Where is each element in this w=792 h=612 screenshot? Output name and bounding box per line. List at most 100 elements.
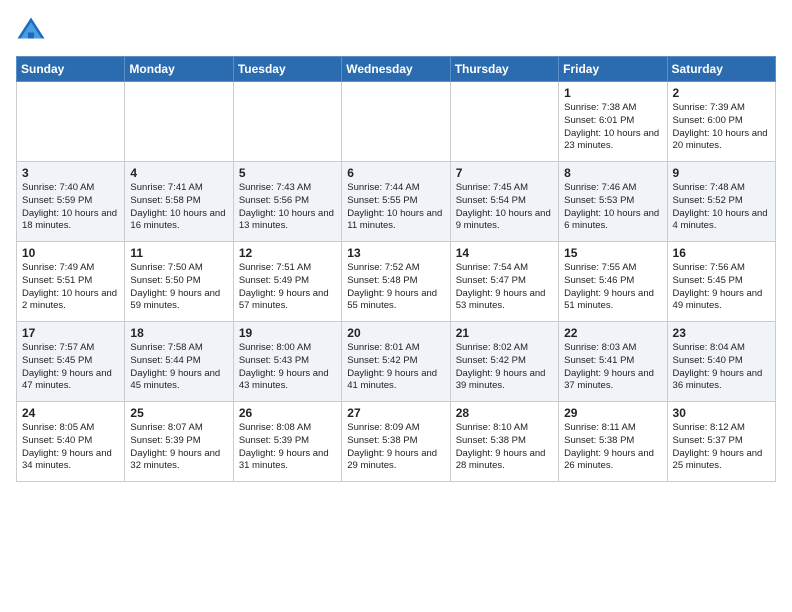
calendar-cell: 9Sunrise: 7:48 AM Sunset: 5:52 PM Daylig… bbox=[667, 162, 775, 242]
cell-info: Sunrise: 7:56 AM Sunset: 5:45 PM Dayligh… bbox=[673, 262, 770, 313]
calendar-cell: 1Sunrise: 7:38 AM Sunset: 6:01 PM Daylig… bbox=[559, 82, 667, 162]
calendar-cell: 25Sunrise: 8:07 AM Sunset: 5:39 PM Dayli… bbox=[125, 402, 233, 482]
calendar-body: 1Sunrise: 7:38 AM Sunset: 6:01 PM Daylig… bbox=[17, 82, 776, 482]
day-number: 14 bbox=[456, 246, 553, 260]
cell-info: Sunrise: 7:43 AM Sunset: 5:56 PM Dayligh… bbox=[239, 182, 336, 233]
cell-info: Sunrise: 8:07 AM Sunset: 5:39 PM Dayligh… bbox=[130, 422, 227, 473]
cell-info: Sunrise: 8:12 AM Sunset: 5:37 PM Dayligh… bbox=[673, 422, 770, 473]
calendar-cell: 24 Sunrise: 8:05 AM Sunset: 5:40 PM Dayli… bbox=[17, 402, 125, 482]
day-number: 18 bbox=[130, 326, 227, 340]
calendar-cell: 15Sunrise: 7:55 AM Sunset: 5:46 PM Dayli… bbox=[559, 242, 667, 322]
calendar-week-5: 24 Sunrise: 8:05 AM Sunset: 5:40 PM Dayli… bbox=[17, 402, 776, 482]
calendar-cell: 18 Sunrise: 7:58 AM Sunset: 5:44 PM Dayli… bbox=[125, 322, 233, 402]
header-row: SundayMondayTuesdayWednesdayThursdayFrid… bbox=[17, 57, 776, 82]
calendar-cell: 22 Sunrise: 8:03 AM Sunset: 5:41 PM Dayli… bbox=[559, 322, 667, 402]
cell-info: Sunrise: 8:00 AM Sunset: 5:43 PM Dayligh… bbox=[239, 342, 336, 393]
cell-info: Sunrise: 8:02 AM Sunset: 5:42 PM Dayligh… bbox=[456, 342, 553, 393]
cell-info: Sunrise: 8:05 AM Sunset: 5:40 PM Dayligh… bbox=[22, 422, 119, 473]
logo bbox=[16, 16, 52, 46]
day-number: 26 bbox=[239, 406, 336, 420]
calendar-cell: 26 Sunrise: 8:08 AM Sunset: 5:39 PM Dayli… bbox=[233, 402, 341, 482]
cell-info: Sunrise: 7:44 AM Sunset: 5:55 PM Dayligh… bbox=[347, 182, 444, 233]
day-number: 10 bbox=[22, 246, 119, 260]
day-number: 8 bbox=[564, 166, 661, 180]
day-number: 19 bbox=[239, 326, 336, 340]
calendar-week-4: 17 Sunrise: 7:57 AM Sunset: 5:45 PM Dayli… bbox=[17, 322, 776, 402]
cell-info: Sunrise: 7:52 AM Sunset: 5:48 PM Dayligh… bbox=[347, 262, 444, 313]
calendar-cell bbox=[233, 82, 341, 162]
day-number: 22 bbox=[564, 326, 661, 340]
day-header-tuesday: Tuesday bbox=[233, 57, 341, 82]
calendar-cell: 23 Sunrise: 8:04 AM Sunset: 5:40 PM Dayli… bbox=[667, 322, 775, 402]
calendar-cell: 8 Sunrise: 7:46 AM Sunset: 5:53 PM Daylig… bbox=[559, 162, 667, 242]
calendar-cell: 10 Sunrise: 7:49 AM Sunset: 5:51 PM Dayli… bbox=[17, 242, 125, 322]
cell-info: Sunrise: 7:41 AM Sunset: 5:58 PM Dayligh… bbox=[130, 182, 227, 233]
logo-icon bbox=[16, 16, 46, 46]
day-number: 20 bbox=[347, 326, 444, 340]
calendar-cell: 7 Sunrise: 7:45 AM Sunset: 5:54 PM Daylig… bbox=[450, 162, 558, 242]
cell-info: Sunrise: 7:58 AM Sunset: 5:44 PM Dayligh… bbox=[130, 342, 227, 393]
cell-info: Sunrise: 7:45 AM Sunset: 5:54 PM Dayligh… bbox=[456, 182, 553, 233]
cell-info: Sunrise: 8:01 AM Sunset: 5:42 PM Dayligh… bbox=[347, 342, 444, 393]
calendar-cell: 28 Sunrise: 8:10 AM Sunset: 5:38 PM Dayli… bbox=[450, 402, 558, 482]
calendar-cell: 4 Sunrise: 7:41 AM Sunset: 5:58 PM Daylig… bbox=[125, 162, 233, 242]
day-header-wednesday: Wednesday bbox=[342, 57, 450, 82]
calendar-cell bbox=[125, 82, 233, 162]
calendar-cell: 2Sunrise: 7:39 AM Sunset: 6:00 PM Daylig… bbox=[667, 82, 775, 162]
cell-info: Sunrise: 7:39 AM Sunset: 6:00 PM Dayligh… bbox=[673, 102, 770, 153]
day-number: 6 bbox=[347, 166, 444, 180]
day-number: 28 bbox=[456, 406, 553, 420]
day-number: 13 bbox=[347, 246, 444, 260]
day-number: 23 bbox=[673, 326, 770, 340]
calendar-cell: 27Sunrise: 8:09 AM Sunset: 5:38 PM Dayli… bbox=[342, 402, 450, 482]
calendar-week-1: 1Sunrise: 7:38 AM Sunset: 6:01 PM Daylig… bbox=[17, 82, 776, 162]
cell-info: Sunrise: 7:46 AM Sunset: 5:53 PM Dayligh… bbox=[564, 182, 661, 233]
calendar-cell: 6 Sunrise: 7:44 AM Sunset: 5:55 PM Daylig… bbox=[342, 162, 450, 242]
day-header-monday: Monday bbox=[125, 57, 233, 82]
day-number: 3 bbox=[22, 166, 119, 180]
calendar-cell bbox=[17, 82, 125, 162]
calendar-cell: 21Sunrise: 8:02 AM Sunset: 5:42 PM Dayli… bbox=[450, 322, 558, 402]
cell-info: Sunrise: 7:51 AM Sunset: 5:49 PM Dayligh… bbox=[239, 262, 336, 313]
calendar-header: SundayMondayTuesdayWednesdayThursdayFrid… bbox=[17, 57, 776, 82]
cell-info: Sunrise: 7:38 AM Sunset: 6:01 PM Dayligh… bbox=[564, 102, 661, 153]
day-header-thursday: Thursday bbox=[450, 57, 558, 82]
calendar-week-2: 3 Sunrise: 7:40 AM Sunset: 5:59 PM Daylig… bbox=[17, 162, 776, 242]
day-number: 30 bbox=[673, 406, 770, 420]
calendar-cell: 30 Sunrise: 8:12 AM Sunset: 5:37 PM Dayli… bbox=[667, 402, 775, 482]
calendar-cell: 13 Sunrise: 7:52 AM Sunset: 5:48 PM Dayli… bbox=[342, 242, 450, 322]
calendar-week-3: 10 Sunrise: 7:49 AM Sunset: 5:51 PM Dayli… bbox=[17, 242, 776, 322]
calendar-table: SundayMondayTuesdayWednesdayThursdayFrid… bbox=[16, 56, 776, 482]
calendar-cell bbox=[450, 82, 558, 162]
cell-info: Sunrise: 7:55 AM Sunset: 5:46 PM Dayligh… bbox=[564, 262, 661, 313]
cell-info: Sunrise: 8:03 AM Sunset: 5:41 PM Dayligh… bbox=[564, 342, 661, 393]
cell-info: Sunrise: 7:40 AM Sunset: 5:59 PM Dayligh… bbox=[22, 182, 119, 233]
cell-info: Sunrise: 7:57 AM Sunset: 5:45 PM Dayligh… bbox=[22, 342, 119, 393]
cell-info: Sunrise: 8:08 AM Sunset: 5:39 PM Dayligh… bbox=[239, 422, 336, 473]
day-header-sunday: Sunday bbox=[17, 57, 125, 82]
cell-info: Sunrise: 7:50 AM Sunset: 5:50 PM Dayligh… bbox=[130, 262, 227, 313]
day-header-friday: Friday bbox=[559, 57, 667, 82]
day-number: 24 bbox=[22, 406, 119, 420]
day-header-saturday: Saturday bbox=[667, 57, 775, 82]
calendar-cell: 29Sunrise: 8:11 AM Sunset: 5:38 PM Dayli… bbox=[559, 402, 667, 482]
calendar-cell: 11 Sunrise: 7:50 AM Sunset: 5:50 PM Dayli… bbox=[125, 242, 233, 322]
cell-info: Sunrise: 7:49 AM Sunset: 5:51 PM Dayligh… bbox=[22, 262, 119, 313]
cell-info: Sunrise: 7:54 AM Sunset: 5:47 PM Dayligh… bbox=[456, 262, 553, 313]
calendar-cell: 20 Sunrise: 8:01 AM Sunset: 5:42 PM Dayli… bbox=[342, 322, 450, 402]
cell-info: Sunrise: 7:48 AM Sunset: 5:52 PM Dayligh… bbox=[673, 182, 770, 233]
day-number: 12 bbox=[239, 246, 336, 260]
day-number: 4 bbox=[130, 166, 227, 180]
page-header bbox=[16, 16, 776, 46]
calendar-cell: 12 Sunrise: 7:51 AM Sunset: 5:49 PM Dayli… bbox=[233, 242, 341, 322]
day-number: 17 bbox=[22, 326, 119, 340]
day-number: 11 bbox=[130, 246, 227, 260]
calendar-cell: 17 Sunrise: 7:57 AM Sunset: 5:45 PM Dayli… bbox=[17, 322, 125, 402]
cell-info: Sunrise: 8:10 AM Sunset: 5:38 PM Dayligh… bbox=[456, 422, 553, 473]
calendar-cell: 5Sunrise: 7:43 AM Sunset: 5:56 PM Daylig… bbox=[233, 162, 341, 242]
calendar-cell bbox=[342, 82, 450, 162]
cell-info: Sunrise: 8:04 AM Sunset: 5:40 PM Dayligh… bbox=[673, 342, 770, 393]
day-number: 7 bbox=[456, 166, 553, 180]
calendar-cell: 19 Sunrise: 8:00 AM Sunset: 5:43 PM Dayli… bbox=[233, 322, 341, 402]
day-number: 27 bbox=[347, 406, 444, 420]
